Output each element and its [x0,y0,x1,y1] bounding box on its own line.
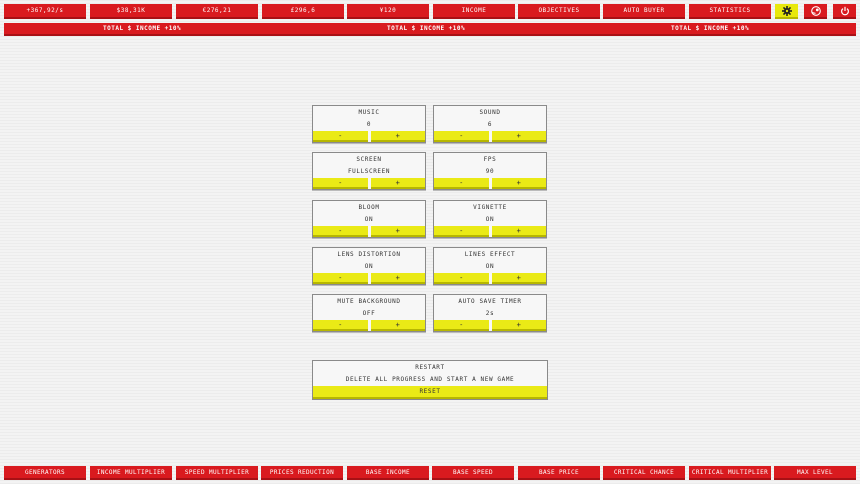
mute-background-increase-button[interactable]: + [370,320,425,331]
setting-bloom: BLOOM ON - + [312,200,426,238]
setting-vignette: VIGNETTE ON - + [433,200,547,238]
settings-button[interactable] [775,4,798,19]
top-bar: +367,92/s $38,31K €276,21 £296,6 ¥120 IN… [4,4,856,19]
reset-button[interactable]: RESET [313,386,547,399]
ticker-message: TOTAL $ INCOME +10% [103,25,182,32]
tab-auto-buyer[interactable]: AUTO BUYER [603,4,685,19]
bloom-increase-button[interactable]: + [370,226,425,237]
tab-base-price[interactable]: BASE PRICE [518,466,600,480]
setting-mute-background: MUTE BACKGROUND OFF - + [312,294,426,332]
setting-value: ON [364,263,374,270]
tab-statistics[interactable]: STATISTICS [689,4,771,19]
steam-button[interactable] [804,4,827,19]
lines-effect-increase-button[interactable]: + [491,273,546,284]
music-decrease-button[interactable]: - [313,131,368,142]
setting-music: MUSIC 0 - + [312,105,426,143]
setting-lens-distortion: LENS DISTORTION ON - + [312,247,426,285]
upgrade-tab-bar: GENERATORS INCOME MULTIPLIER SPEED MULTI… [4,466,856,480]
sound-increase-button[interactable]: + [491,131,546,142]
bloom-decrease-button[interactable]: - [313,226,368,237]
vignette-increase-button[interactable]: + [491,226,546,237]
tab-speed-multiplier[interactable]: SPEED MULTIPLIER [176,466,258,480]
setting-label: MUSIC [358,109,380,116]
sound-decrease-button[interactable]: - [434,131,489,142]
tab-income[interactable]: INCOME [433,4,515,19]
auto-save-timer-increase-button[interactable]: + [491,320,546,331]
setting-label: BLOOM [358,204,380,211]
setting-label: SCREEN [356,156,382,163]
fps-increase-button[interactable]: + [491,178,546,189]
setting-label: SOUND [479,109,501,116]
setting-value: 2s [485,310,495,317]
setting-auto-save-timer: AUTO SAVE TIMER 2s - + [433,294,547,332]
auto-save-timer-decrease-button[interactable]: - [434,320,489,331]
screen-increase-button[interactable]: + [370,178,425,189]
restart-panel: RESTART DELETE ALL PROGRESS AND START A … [312,360,548,400]
setting-value: 6 [487,121,493,128]
tab-income-multiplier[interactable]: INCOME MULTIPLIER [90,466,172,480]
setting-value: ON [485,216,495,223]
setting-label: FPS [483,156,497,163]
lens-distortion-decrease-button[interactable]: - [313,273,368,284]
music-increase-button[interactable]: + [370,131,425,142]
restart-title: RESTART [415,364,445,371]
tab-critical-multiplier[interactable]: CRITICAL MULTIPLIER [689,466,771,480]
ticker-message: TOTAL $ INCOME +10% [387,25,466,32]
setting-sound: SOUND 6 - + [433,105,547,143]
setting-value: FULLSCREEN [347,168,391,175]
tab-base-income[interactable]: BASE INCOME [347,466,429,480]
tab-prices-reduction[interactable]: PRICES REDUCTION [261,466,343,480]
currency-pound: £296,6 [262,4,344,19]
tab-critical-chance[interactable]: CRITICAL CHANCE [603,466,685,480]
vignette-decrease-button[interactable]: - [434,226,489,237]
lines-effect-decrease-button[interactable]: - [434,273,489,284]
fps-decrease-button[interactable]: - [434,178,489,189]
currency-euro: €276,21 [176,4,258,19]
tab-base-speed[interactable]: BASE SPEED [432,466,514,480]
setting-label: VIGNETTE [473,204,507,211]
ticker-message: TOTAL $ INCOME +10% [671,25,750,32]
setting-label: LENS DISTORTION [337,251,401,258]
gear-icon [781,5,792,16]
quit-button[interactable] [833,4,856,19]
currency-yen: ¥120 [347,4,429,19]
setting-label: MUTE BACKGROUND [337,298,401,305]
tab-max-level[interactable]: MAX LEVEL [774,466,856,480]
setting-value: ON [485,263,495,270]
setting-lines-effect: LINES EFFECT ON - + [433,247,547,285]
restart-description: DELETE ALL PROGRESS AND START A NEW GAME [345,376,515,383]
setting-value: 0 [366,121,372,128]
currency-dollar: $38,31K [90,4,172,19]
setting-value: ON [364,216,374,223]
tab-generators[interactable]: GENERATORS [4,466,86,480]
setting-fps: FPS 90 - + [433,152,547,190]
setting-value: 90 [485,168,495,175]
setting-value: OFF [362,310,376,317]
screen-decrease-button[interactable]: - [313,178,368,189]
tab-objectives[interactable]: OBJECTIVES [518,4,600,19]
power-icon [840,6,849,15]
bonus-ticker: TOTAL $ INCOME +10% TOTAL $ INCOME +10% … [4,23,856,36]
setting-label: LINES EFFECT [464,251,516,258]
income-rate-display: +367,92/s [4,4,86,19]
setting-label: AUTO SAVE TIMER [458,298,522,305]
steam-icon [810,5,821,16]
setting-screen: SCREEN FULLSCREEN - + [312,152,426,190]
lens-distortion-increase-button[interactable]: + [370,273,425,284]
mute-background-decrease-button[interactable]: - [313,320,368,331]
